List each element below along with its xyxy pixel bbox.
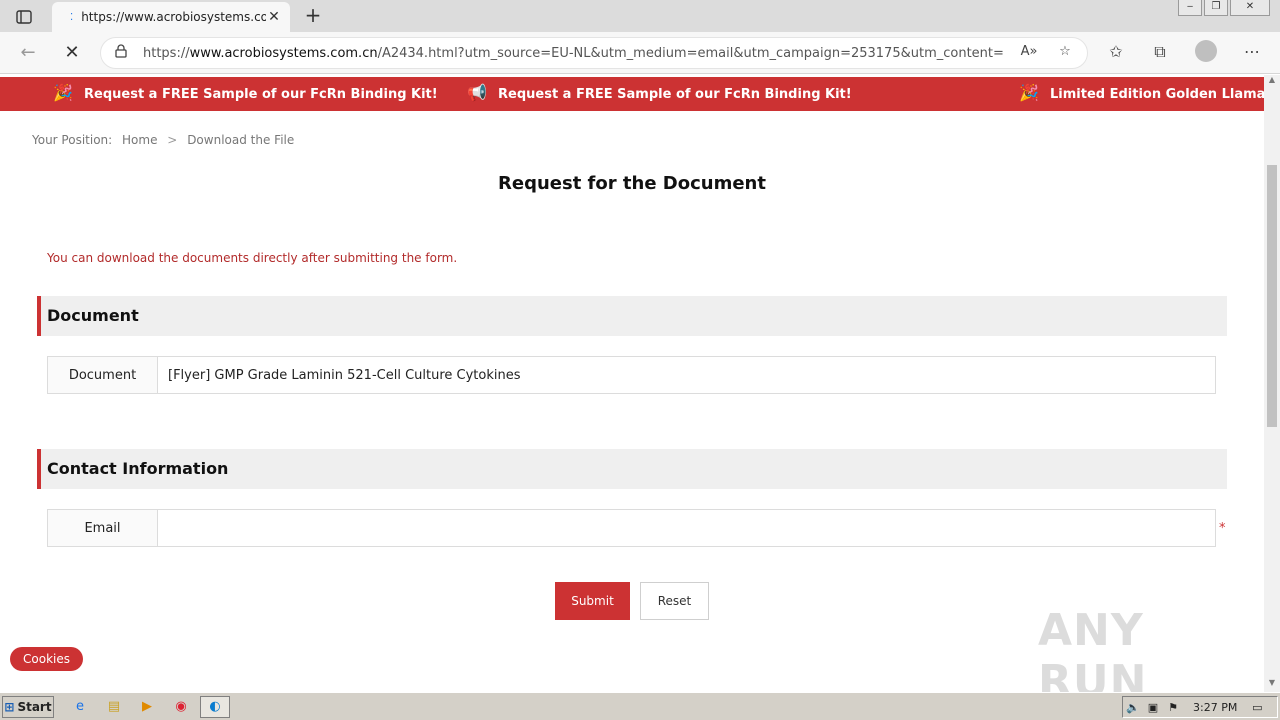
banner-item[interactable]: 🎉 Limited Edition Golden Llama is (1014, 77, 1264, 111)
tab-title: https://www.acrobiosystems.co (81, 10, 266, 24)
url-text: https://www.acrobiosystems.com.cn/A2434.… (143, 46, 1003, 61)
volume-icon[interactable]: 🔈 (1123, 701, 1143, 714)
breadcrumb-prefix: Your Position: (32, 133, 113, 147)
lock-icon (115, 44, 129, 62)
scroll-up-icon[interactable]: ▲ (1264, 75, 1280, 89)
edge-taskbar-button[interactable]: ◐ (200, 696, 230, 718)
party-popper-icon: 🎉 (1019, 83, 1039, 102)
tab-loading-icon: ⁚ (70, 11, 74, 23)
close-window-icon[interactable]: ✕ (1230, 0, 1270, 16)
network-icon[interactable]: ▣ (1143, 701, 1163, 714)
address-bar[interactable]: https://www.acrobiosystems.com.cn/A2434.… (100, 37, 1088, 69)
section-heading: Document (47, 306, 139, 325)
document-value: [Flyer] GMP Grade Laminin 521-Cell Cultu… (168, 367, 521, 383)
stop-loading-icon[interactable]: ✕ (60, 41, 84, 65)
folder-icon[interactable]: ▤ (104, 698, 124, 716)
banner-text: Request a FREE Sample of our FcRn Bindin… (498, 86, 852, 102)
form-notice: You can download the documents directly … (47, 251, 458, 265)
browser-tab-bar: ⁚ https://www.acrobiosystems.co ✕ + ‒ ❐ … (0, 0, 1280, 32)
window-controls: ‒ ❐ ✕ (1178, 0, 1270, 18)
required-mark: * (1219, 521, 1226, 536)
restore-icon[interactable]: ❐ (1204, 0, 1228, 16)
url-host: www.acrobiosystems.com.cn (189, 45, 378, 61)
windows-logo-icon: ⊞ (4, 700, 15, 714)
breadcrumb-separator-icon: > (167, 133, 178, 147)
system-tray: 🔈 ▣ ⚑ 3:27 PM ▭ (1122, 696, 1278, 718)
windows-taskbar: ⊞ Start e ▤ ▶ ◉ ◐ 🔈 ▣ ⚑ 3:27 PM ▭ (0, 692, 1280, 720)
browser-tab[interactable]: ⁚ https://www.acrobiosystems.co ✕ (52, 2, 290, 32)
collections-icon[interactable]: ⧉ (1149, 42, 1171, 64)
banner-item[interactable]: 📢 Request a FREE Sample of our FcRn Bind… (462, 77, 852, 111)
anyrun-watermark: ANY RUN (1038, 605, 1148, 692)
document-label: Document (48, 357, 158, 393)
edge-icon: ◐ (209, 699, 221, 714)
page-title: Request for the Document (498, 173, 766, 194)
new-tab-button[interactable]: + (302, 5, 324, 27)
add-favorite-icon[interactable]: ☆ (1055, 44, 1075, 64)
flag-icon[interactable]: ⚑ (1163, 701, 1183, 714)
breadcrumb-current: Download the File (187, 133, 295, 147)
profile-avatar[interactable] (1195, 40, 1217, 62)
submit-button[interactable]: Submit (555, 582, 630, 620)
url-path: /A2434.html?utm_source=EU-NL&utm_medium=… (377, 45, 1003, 61)
page-viewport: 🎉 Request a FREE Sample of our FcRn Bind… (0, 75, 1264, 692)
breadcrumb-home-link[interactable]: Home (122, 133, 157, 147)
tab-close-icon[interactable]: ✕ (266, 9, 282, 25)
read-aloud-icon[interactable]: A» (1019, 44, 1039, 64)
banner-text: Request a FREE Sample of our FcRn Bindin… (84, 86, 438, 102)
email-row: Email (47, 509, 1216, 547)
cookies-button[interactable]: Cookies (10, 647, 83, 671)
email-value-wrap (158, 510, 1215, 546)
browser-toolbar: ← ✕ https://www.acrobiosystems.com.cn/A2… (0, 32, 1280, 74)
tab-actions-icon[interactable] (10, 7, 38, 27)
more-menu-icon[interactable]: ⋯ (1241, 42, 1263, 64)
scroll-down-icon[interactable]: ▼ (1264, 678, 1280, 692)
email-label: Email (48, 510, 158, 546)
show-desktop-icon[interactable]: ▭ (1247, 701, 1267, 714)
minimize-icon[interactable]: ‒ (1178, 0, 1202, 16)
breadcrumb: Your Position: Home > Download the File (32, 133, 300, 147)
contact-section-header: Contact Information (37, 449, 1227, 489)
section-heading: Contact Information (47, 459, 229, 478)
party-popper-icon: 🎉 (53, 83, 73, 102)
reset-button[interactable]: Reset (640, 582, 709, 620)
promo-banner: 🎉 Request a FREE Sample of our FcRn Bind… (0, 77, 1264, 111)
page-scrollbar[interactable]: ▲ ▼ (1264, 75, 1280, 692)
start-button[interactable]: ⊞ Start (2, 696, 54, 718)
start-label: Start (17, 700, 52, 714)
chrome-icon[interactable]: ◉ (171, 698, 191, 716)
banner-item[interactable]: 🎉 Request a FREE Sample of our FcRn Bind… (48, 77, 438, 111)
favorites-icon[interactable]: ✩ (1105, 42, 1127, 64)
document-section-header: Document (37, 296, 1227, 336)
ie-icon[interactable]: e (70, 698, 90, 716)
megaphone-icon: 📢 (467, 83, 487, 102)
clock: 3:27 PM (1193, 700, 1238, 714)
document-field: Document [Flyer] GMP Grade Laminin 521-C… (47, 356, 1216, 394)
banner-text: Limited Edition Golden Llama is (1050, 86, 1264, 102)
back-arrow-icon[interactable]: ← (16, 41, 40, 65)
media-player-icon[interactable]: ▶ (137, 698, 157, 716)
scrollbar-thumb[interactable] (1267, 165, 1277, 427)
url-prefix: https:// (143, 45, 190, 61)
email-field[interactable] (158, 510, 1215, 546)
